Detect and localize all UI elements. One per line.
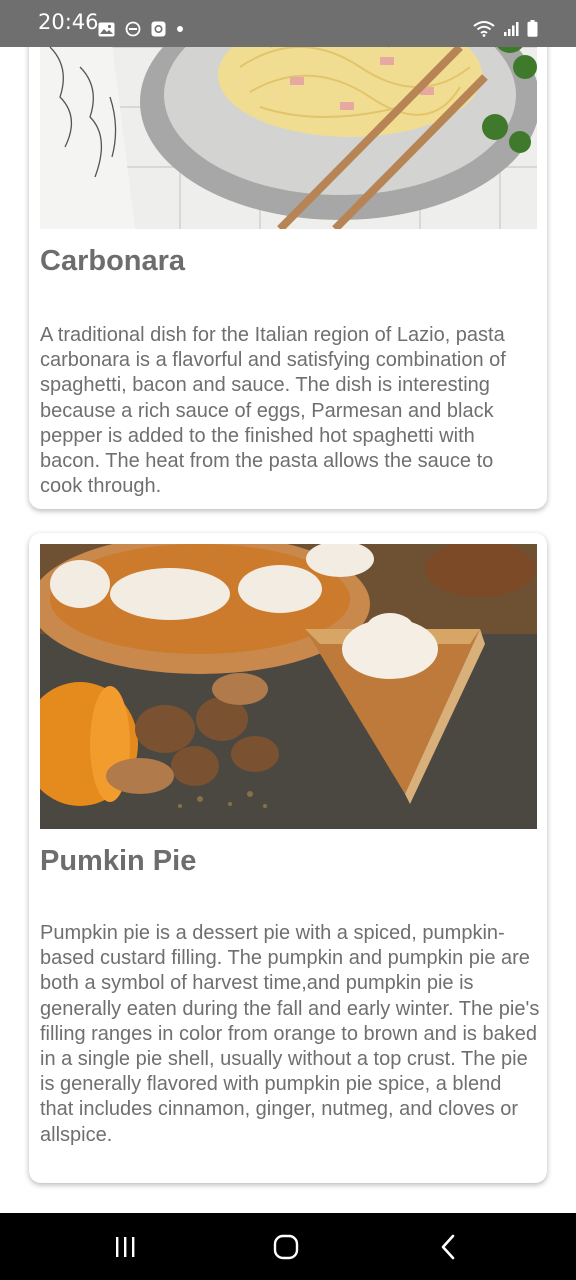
gallery-icon [98, 22, 115, 36]
recent-apps-icon [116, 1237, 135, 1257]
status-bar: 20:46 [0, 0, 576, 47]
status-time: 20:46 [38, 10, 99, 34]
wifi-icon [473, 20, 495, 37]
recipe-card[interactable]: Pumkin Pie Pumpkin pie is a dessert pie … [29, 533, 547, 1183]
dot-icon [177, 26, 183, 32]
recipe-description: Pumpkin pie is a dessert pie with a spic… [40, 922, 540, 1146]
do-not-disturb-icon [125, 21, 141, 37]
home-icon [273, 1234, 299, 1260]
back-button[interactable] [428, 1231, 468, 1263]
navigation-bar [0, 1213, 576, 1280]
home-button[interactable] [266, 1231, 306, 1263]
recipe-image [40, 544, 537, 829]
recipe-title: Carbonara [40, 245, 186, 277]
app-notification-icon [151, 21, 166, 37]
recipe-feed[interactable]: Carbonara A traditional dish for the Ita… [0, 47, 576, 1213]
recipe-image [40, 47, 537, 229]
recent-apps-button[interactable] [105, 1231, 145, 1263]
recipe-title: Pumkin Pie [40, 845, 197, 877]
back-icon [441, 1234, 455, 1260]
battery-icon [527, 20, 538, 37]
signal-icon [504, 21, 519, 36]
recipe-card[interactable]: Carbonara A traditional dish for the Ita… [29, 47, 547, 509]
recipe-description: A traditional dish for the Italian regio… [40, 324, 506, 498]
